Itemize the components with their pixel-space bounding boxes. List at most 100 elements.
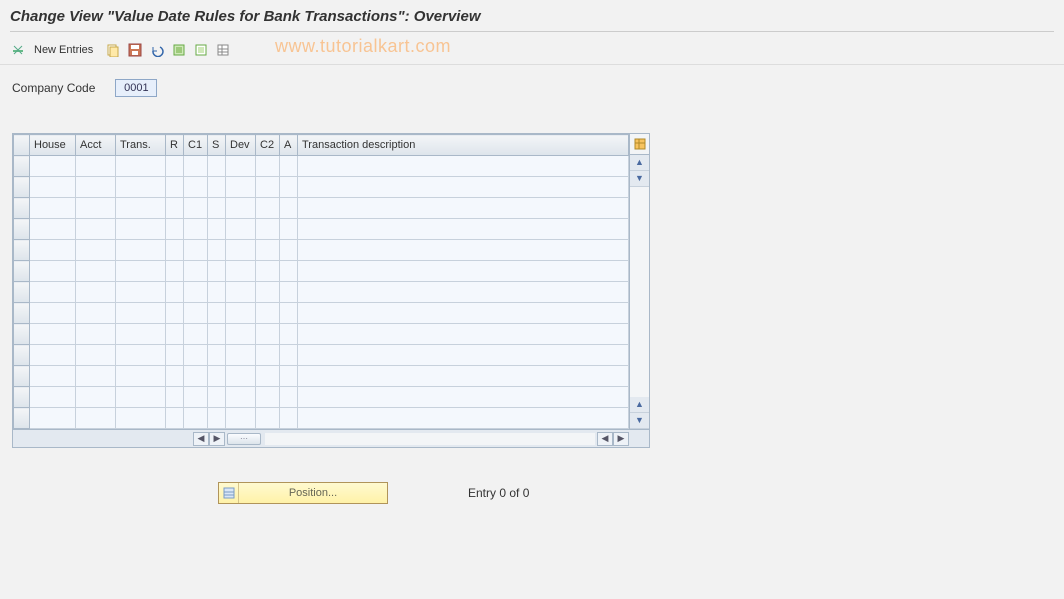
cell[interactable] (166, 177, 184, 198)
horizontal-scroll-thumb[interactable]: ⋯ (227, 433, 261, 445)
cell[interactable] (298, 219, 629, 240)
cell[interactable] (226, 261, 256, 282)
cell[interactable] (166, 303, 184, 324)
cell[interactable] (116, 261, 166, 282)
cell[interactable] (298, 345, 629, 366)
toggle-view-icon[interactable] (8, 40, 28, 60)
cell[interactable] (184, 261, 208, 282)
vertical-scrollbar[interactable] (630, 187, 649, 397)
cell[interactable] (30, 345, 76, 366)
cell[interactable] (76, 282, 116, 303)
scroll-left-end-icon[interactable]: ◀ (597, 432, 613, 446)
cell[interactable] (280, 303, 298, 324)
cell[interactable] (76, 345, 116, 366)
cell[interactable] (30, 303, 76, 324)
cell[interactable] (76, 387, 116, 408)
cell[interactable] (280, 177, 298, 198)
cell[interactable] (76, 219, 116, 240)
company-code-input[interactable] (115, 79, 157, 97)
table-row[interactable] (14, 156, 629, 177)
cell[interactable] (226, 366, 256, 387)
cell[interactable] (208, 282, 226, 303)
scroll-up-icon[interactable]: ▲ (630, 155, 649, 171)
cell[interactable] (76, 408, 116, 429)
table-row[interactable] (14, 198, 629, 219)
cell[interactable] (184, 387, 208, 408)
cell[interactable] (208, 219, 226, 240)
cell[interactable] (166, 345, 184, 366)
cell[interactable] (184, 303, 208, 324)
cell[interactable] (226, 408, 256, 429)
table-row[interactable] (14, 387, 629, 408)
copy-icon[interactable] (103, 40, 123, 60)
row-selector[interactable] (14, 345, 30, 366)
cell[interactable] (30, 324, 76, 345)
row-selector[interactable] (14, 282, 30, 303)
cell[interactable] (280, 324, 298, 345)
cell[interactable] (116, 240, 166, 261)
horizontal-scrollbar[interactable] (265, 433, 595, 445)
cell[interactable] (208, 345, 226, 366)
col-s[interactable]: S (208, 135, 226, 156)
cell[interactable] (166, 219, 184, 240)
col-a[interactable]: A (280, 135, 298, 156)
cell[interactable] (226, 345, 256, 366)
cell[interactable] (226, 387, 256, 408)
col-dev[interactable]: Dev (226, 135, 256, 156)
cell[interactable] (208, 366, 226, 387)
cell[interactable] (116, 282, 166, 303)
cell[interactable] (226, 177, 256, 198)
table-row[interactable] (14, 219, 629, 240)
col-c1[interactable]: C1 (184, 135, 208, 156)
cell[interactable] (256, 387, 280, 408)
grid-table[interactable]: House Acct Trans. R C1 S Dev C2 A Transa… (13, 134, 629, 429)
cell[interactable] (226, 198, 256, 219)
cell[interactable] (166, 198, 184, 219)
row-selector[interactable] (14, 366, 30, 387)
cell[interactable] (298, 240, 629, 261)
row-selector[interactable] (14, 303, 30, 324)
cell[interactable] (208, 324, 226, 345)
cell[interactable] (226, 219, 256, 240)
cell[interactable] (166, 387, 184, 408)
cell[interactable] (280, 240, 298, 261)
cell[interactable] (298, 198, 629, 219)
save-icon[interactable] (125, 40, 145, 60)
cell[interactable] (256, 282, 280, 303)
table-row[interactable] (14, 324, 629, 345)
cell[interactable] (76, 240, 116, 261)
cell[interactable] (30, 240, 76, 261)
cell[interactable] (208, 198, 226, 219)
cell[interactable] (76, 303, 116, 324)
cell[interactable] (184, 324, 208, 345)
cell[interactable] (208, 261, 226, 282)
grid-config-icon[interactable] (630, 134, 649, 155)
cell[interactable] (256, 156, 280, 177)
cell[interactable] (116, 408, 166, 429)
cell[interactable] (116, 156, 166, 177)
col-r[interactable]: R (166, 135, 184, 156)
table-row[interactable] (14, 366, 629, 387)
scroll-right-end-icon[interactable]: ▶ (613, 432, 629, 446)
cell[interactable] (256, 240, 280, 261)
cell[interactable] (116, 177, 166, 198)
cell[interactable] (280, 366, 298, 387)
cell[interactable] (76, 261, 116, 282)
cell[interactable] (184, 345, 208, 366)
cell[interactable] (116, 303, 166, 324)
cell[interactable] (298, 156, 629, 177)
cell[interactable] (256, 345, 280, 366)
cell[interactable] (116, 324, 166, 345)
cell[interactable] (256, 261, 280, 282)
cell[interactable] (226, 324, 256, 345)
cell[interactable] (208, 408, 226, 429)
row-selector-header[interactable] (14, 135, 30, 156)
cell[interactable] (208, 156, 226, 177)
cell[interactable] (184, 282, 208, 303)
table-row[interactable] (14, 345, 629, 366)
table-row[interactable] (14, 303, 629, 324)
row-selector[interactable] (14, 324, 30, 345)
position-button[interactable]: Position... (218, 482, 388, 504)
cell[interactable] (298, 408, 629, 429)
cell[interactable] (280, 198, 298, 219)
